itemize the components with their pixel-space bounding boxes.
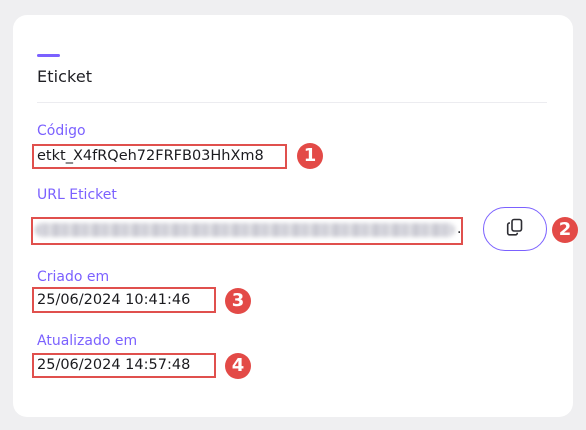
divider [37,102,547,103]
highlight-box-4 [32,353,216,378]
copy-icon [505,217,525,241]
annotation-badge-2: 2 [552,217,578,243]
title-accent-bar [37,54,60,57]
eticket-card: Eticket Código etkt_X4fRQeh72FRFB03HhXm8… [13,15,578,417]
codigo-label: Código [37,123,86,139]
atualizado-label: Atualizado em [37,333,138,349]
highlight-box-3 [32,287,216,313]
card-title: Eticket [37,67,93,86]
url-label: URL Eticket [37,187,117,203]
highlight-box-1 [32,144,287,169]
annotation-badge-3: 3 [225,288,251,314]
annotation-badge-4: 4 [225,353,251,379]
criado-label: Criado em [37,269,110,285]
copy-url-button[interactable] [483,207,547,251]
annotation-badge-1: 1 [297,143,323,169]
highlight-box-2 [31,217,463,245]
